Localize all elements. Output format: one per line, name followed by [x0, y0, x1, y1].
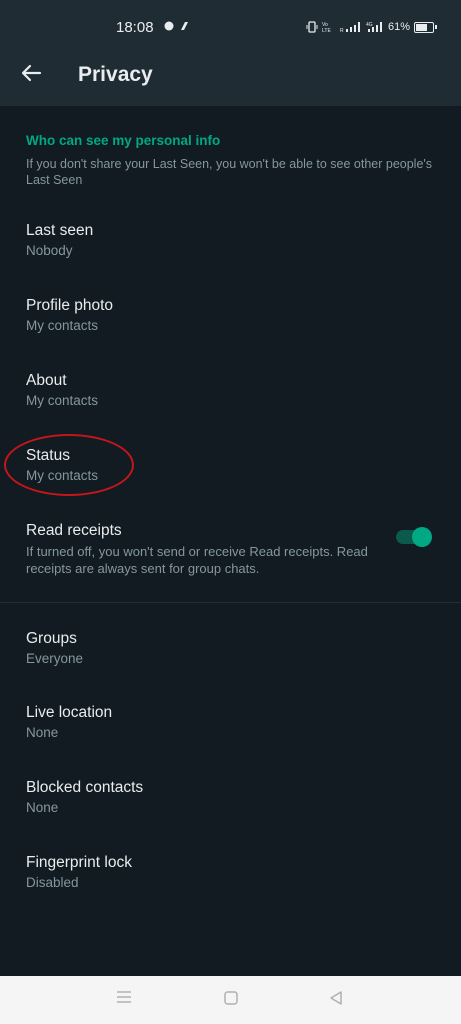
menu-icon[interactable] — [114, 990, 134, 1010]
setting-groups[interactable]: Groups Everyone — [0, 630, 461, 690]
setting-profile-photo[interactable]: Profile photo My contacts — [0, 297, 461, 357]
setting-value: My contacts — [26, 393, 99, 408]
setting-value: Nobody — [26, 243, 73, 258]
setting-value: None — [26, 725, 59, 740]
section-description: If you don't share your Last Seen, you w… — [26, 157, 433, 187]
status-bar: 18:08 Vo LTE R 4G 61% — [0, 0, 461, 46]
setting-label: Last seen — [26, 222, 94, 239]
setting-value: Everyone — [26, 651, 84, 666]
setting-about[interactable]: About My contacts — [0, 372, 461, 432]
read-receipts-label: Read receipts — [26, 522, 122, 539]
battery-percent: 61% — [388, 21, 411, 33]
home-icon[interactable] — [221, 990, 241, 1010]
highlight-circle — [4, 434, 134, 496]
setting-live-location[interactable]: Live location None — [0, 704, 461, 764]
section-heading: Who can see my personal info — [26, 133, 221, 148]
page-title: Privacy — [78, 63, 153, 86]
setting-label: Profile photo — [26, 297, 114, 314]
svg-text:R: R — [340, 28, 344, 33]
setting-value: Disabled — [26, 875, 79, 890]
toggle-knob — [412, 527, 432, 547]
setting-label: Groups — [26, 630, 77, 647]
setting-label: Blocked contacts — [26, 779, 144, 796]
app-bar: Privacy — [0, 46, 461, 106]
setting-label: Live location — [26, 704, 113, 721]
back-arrow-icon[interactable] — [16, 62, 46, 90]
divider — [0, 602, 461, 603]
setting-label: About — [26, 372, 67, 389]
setting-label: Fingerprint lock — [26, 854, 132, 871]
setting-last-seen[interactable]: Last seen Nobody — [0, 222, 461, 282]
svg-text:4G: 4G — [366, 22, 373, 28]
status-time: 18:08 — [116, 19, 154, 36]
back-icon[interactable] — [326, 990, 346, 1010]
notification-icons — [164, 20, 190, 35]
status-indicators: Vo LTE R 4G 61% — [306, 21, 438, 33]
setting-value: None — [26, 800, 59, 815]
battery-icon — [414, 21, 438, 33]
signal-icon: R — [340, 22, 360, 33]
vibrate-icon — [306, 21, 318, 33]
system-nav-bar — [0, 976, 461, 1024]
svg-text:LTE: LTE — [322, 28, 331, 33]
setting-fingerprint-lock[interactable]: Fingerprint lock Disabled — [0, 854, 461, 914]
read-receipts-description: If turned off, you won't send or receive… — [26, 544, 368, 576]
volte-icon: VoLTE — [322, 22, 331, 33]
setting-value: My contacts — [26, 318, 99, 333]
signal-4g-icon: 4G — [366, 22, 382, 32]
setting-blocked-contacts[interactable]: Blocked contacts None — [0, 779, 461, 839]
read-receipts-toggle[interactable] — [396, 526, 432, 547]
